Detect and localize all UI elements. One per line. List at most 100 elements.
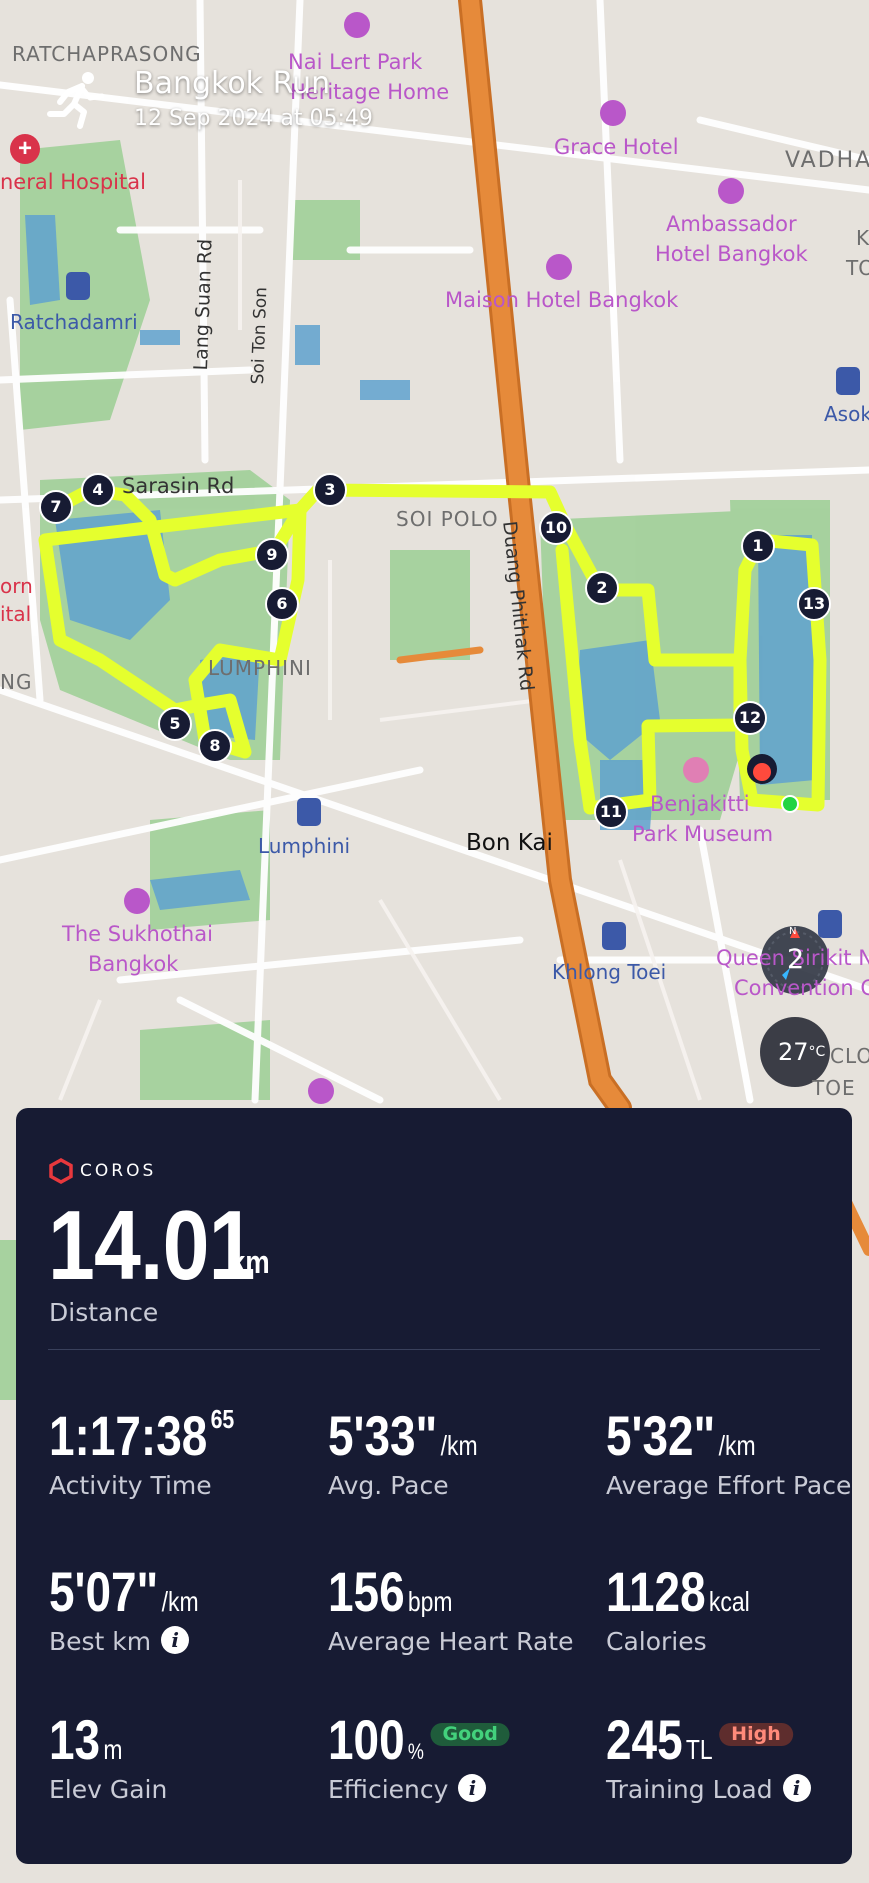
avg-effort-pace-unit: /km (718, 1430, 756, 1461)
temperature-readout[interactable]: 27°C (778, 1038, 825, 1066)
divider (48, 1349, 820, 1350)
museum-pin-icon[interactable] (683, 757, 709, 783)
map-label-maison-hotel[interactable]: Maison Hotel Bangkok (445, 288, 678, 312)
map-label-sukhothai-bangkok[interactable]: Bangkok (88, 952, 178, 976)
training-load-badge: High (719, 1722, 793, 1746)
distance-value: 14.01 (48, 1190, 255, 1300)
finish-marker (747, 754, 777, 784)
efficiency-value: 100 (328, 1708, 405, 1771)
km-marker[interactable]: 6 (265, 587, 299, 621)
map-label-soi-polo: SOI POLO (396, 507, 499, 531)
map-label-ratchaprasong: RATCHAPRASONG (12, 42, 202, 66)
map-label-hospital[interactable]: neral Hospital (0, 170, 146, 194)
temperature-unit: °C (808, 1044, 826, 1060)
calories-label: Calories (606, 1627, 707, 1656)
km-marker[interactable]: 4 (81, 473, 115, 507)
transit-station-icon[interactable] (602, 922, 626, 950)
start-marker (781, 795, 799, 813)
map-label-ng: NG (0, 670, 33, 694)
avg-pace-unit: /km (440, 1430, 478, 1461)
hotel-pin-icon[interactable] (600, 100, 626, 126)
map-label-ambassador[interactable]: Ambassador (666, 212, 797, 236)
elev-gain-label: Elev Gain (49, 1775, 168, 1804)
transit-station-icon[interactable] (836, 367, 860, 395)
map-label-convention[interactable]: Convention C (734, 976, 869, 1000)
km-marker[interactable]: 8 (198, 729, 232, 763)
km-marker[interactable]: 2 (585, 571, 619, 605)
map-label-park-museum[interactable]: Park Museum (632, 822, 773, 846)
avg-effort-pace-label: Average Effort Pace (606, 1471, 852, 1500)
map-label-ital: ital (0, 602, 32, 626)
km-marker[interactable]: 13 (797, 587, 831, 621)
distance-label: Distance (49, 1298, 159, 1327)
avg-pace-value: 5'33" (328, 1404, 438, 1467)
map-label-vadha: VADHA (785, 148, 869, 173)
km-marker[interactable]: 9 (255, 538, 289, 572)
map-label-sarasin-rd: Sarasin Rd (122, 474, 235, 498)
compass-value[interactable]: 2 (787, 944, 804, 975)
km-marker[interactable]: 10 (539, 511, 573, 545)
info-icon[interactable]: i (458, 1774, 487, 1802)
avg-effort-pace-value: 5'32" (606, 1404, 716, 1467)
transit-station-icon[interactable] (818, 910, 842, 938)
coros-logo: COROS (48, 1156, 156, 1186)
map-label-grace-hotel[interactable]: Grace Hotel (554, 135, 679, 159)
map-label-asok[interactable]: Asok (824, 402, 869, 426)
map-label-ratchadamri[interactable]: Ratchadamri (10, 310, 138, 334)
activity-time-label: Activity Time (49, 1471, 212, 1500)
map-label-sukhothai[interactable]: The Sukhothai (62, 922, 213, 946)
activity-time-hundredths: 65 (210, 1404, 235, 1434)
transit-station-icon[interactable] (297, 798, 321, 826)
best-km-unit: /km (161, 1586, 199, 1617)
elev-gain-unit: m (103, 1734, 123, 1765)
coros-hexagon-icon (49, 1158, 73, 1184)
distance-unit: km (230, 1244, 270, 1280)
map-label-lang-suan: Lang Suan Rd (190, 238, 217, 371)
efficiency-badge: Good (430, 1722, 510, 1746)
running-person-icon (47, 72, 105, 129)
map-label-lumphini-area: LUMPHINI (208, 656, 312, 680)
info-icon[interactable]: i (161, 1626, 190, 1654)
best-km-value: 5'07" (49, 1560, 159, 1623)
hotel-pin-icon[interactable] (546, 254, 572, 280)
hotel-pin-icon[interactable] (124, 888, 150, 914)
training-load-value: 245 (606, 1708, 683, 1771)
efficiency-label: Efficiency (328, 1775, 449, 1804)
map-label-lumphini-station[interactable]: Lumphini (258, 834, 350, 858)
activity-time-value: 1:17:38 (49, 1404, 208, 1467)
training-load-unit: TL (685, 1734, 713, 1765)
km-marker[interactable]: 5 (158, 707, 192, 741)
best-km-label: Best km (49, 1627, 152, 1656)
map-label-hotel-bangkok[interactable]: Hotel Bangkok (655, 242, 808, 266)
avg-hr-label: Average Heart Rate (328, 1627, 574, 1656)
km-marker[interactable]: 7 (39, 490, 73, 524)
km-marker[interactable]: 12 (733, 701, 767, 735)
map-label-orn: orn (0, 574, 33, 598)
calories-unit: kcal (708, 1586, 750, 1617)
avg-pace-label: Avg. Pace (328, 1471, 449, 1500)
avg-hr-value: 156 (328, 1560, 405, 1623)
compass-north-label: N (789, 926, 797, 937)
km-marker[interactable]: 1 (741, 529, 775, 563)
calories-value: 1128 (606, 1560, 706, 1623)
hotel-pin-icon[interactable] (344, 12, 370, 38)
map-label-benjakitti[interactable]: Benjakitti (650, 792, 750, 816)
hotel-pin-icon[interactable] (308, 1078, 334, 1104)
info-icon[interactable]: i (782, 1774, 811, 1802)
activity-title: Bangkok Run (134, 66, 331, 101)
training-load-label: Training Load (606, 1775, 773, 1804)
stats-panel: COROS 14.01 km Distance 1:17:38 65 Activi… (16, 1108, 852, 1864)
transit-station-icon[interactable] (66, 272, 90, 300)
avg-hr-unit: bpm (407, 1586, 453, 1617)
map-label-k-right: K (856, 226, 869, 250)
map-label-khlong-toei[interactable]: Khlong Toei (552, 960, 666, 984)
efficiency-unit: % (407, 1739, 424, 1764)
map-label-bon-kai: Bon Kai (466, 830, 553, 856)
map-label-to-right: TO (846, 256, 869, 280)
km-marker[interactable]: 3 (313, 473, 347, 507)
map-label-toe: TOE (812, 1076, 856, 1100)
km-marker[interactable]: 11 (594, 795, 628, 829)
hotel-pin-icon[interactable] (718, 178, 744, 204)
brand-wordmark: COROS (80, 1161, 157, 1181)
hospital-pin-icon[interactable]: + (10, 134, 40, 164)
